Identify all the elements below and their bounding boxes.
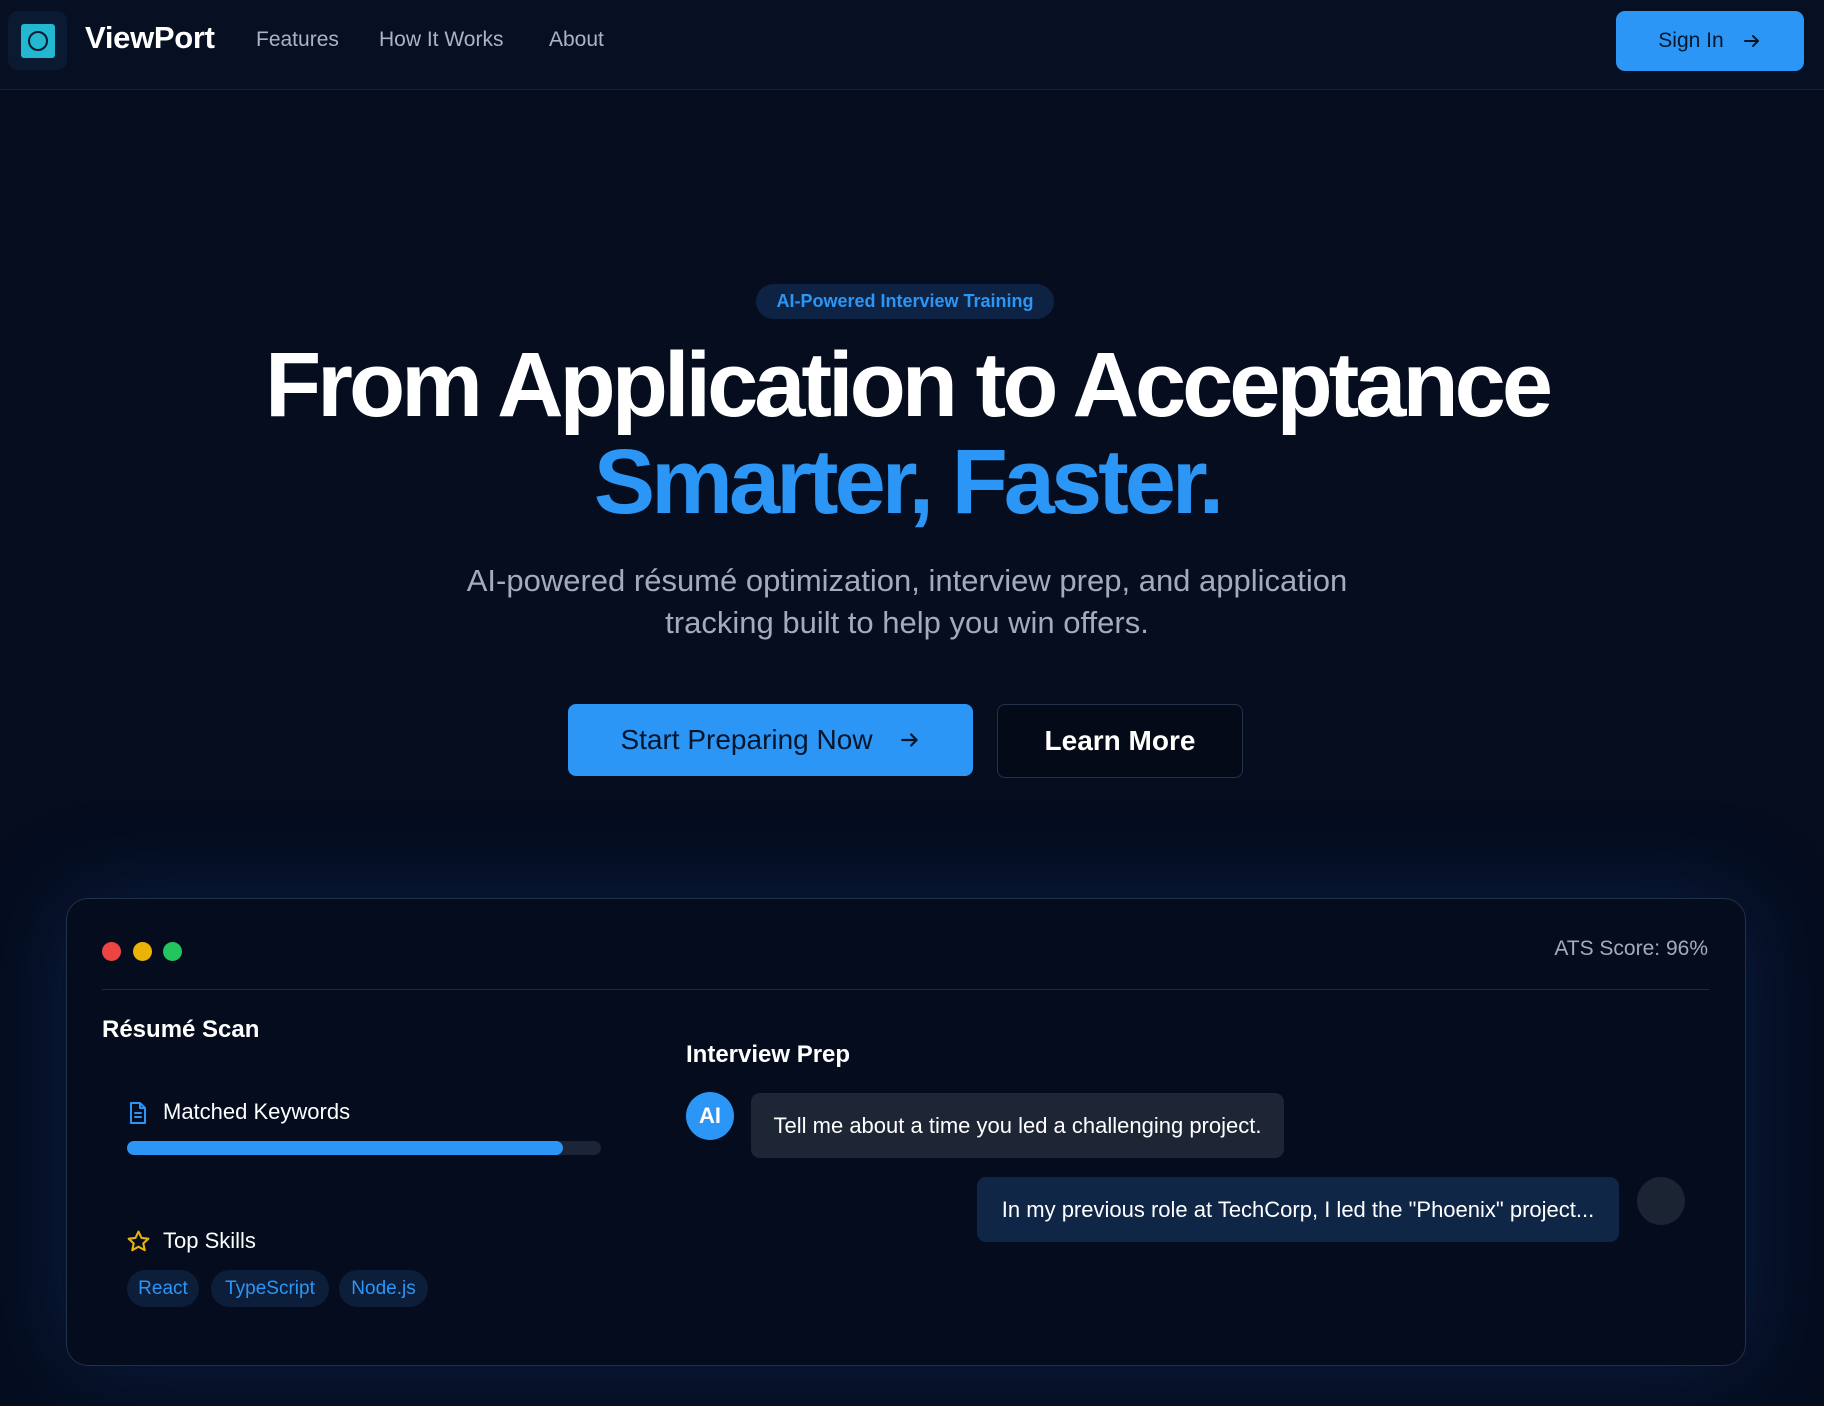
- nav-link-about[interactable]: About: [549, 28, 604, 52]
- user-message-bubble: In my previous role at TechCorp, I led t…: [977, 1177, 1619, 1242]
- arrow-right-icon: [1743, 35, 1759, 47]
- user-avatar: [1637, 1177, 1685, 1225]
- ai-message-bubble: Tell me about a time you led a challengi…: [751, 1093, 1284, 1158]
- ai-avatar: AI: [686, 1092, 734, 1140]
- skill-chip-typescript: TypeScript: [211, 1270, 329, 1307]
- window-dot-red: [102, 942, 121, 961]
- star-icon: [127, 1230, 150, 1252]
- nav-link-features[interactable]: Features: [256, 28, 339, 52]
- hero-subtitle: AI-powered résumé optimization, intervie…: [407, 560, 1407, 644]
- hero-title-line1: From Application to Acceptance: [264, 334, 1553, 436]
- learn-more-button[interactable]: Learn More: [997, 704, 1243, 778]
- start-preparing-label: Start Preparing Now: [620, 724, 873, 755]
- nav-link-how-it-works[interactable]: How It Works: [379, 28, 503, 52]
- document-icon: [130, 1102, 146, 1124]
- arrow-right-icon: [900, 733, 918, 747]
- window-dot-yellow: [133, 942, 152, 961]
- sign-in-button[interactable]: Sign In: [1616, 11, 1804, 71]
- start-preparing-button[interactable]: Start Preparing Now: [568, 704, 973, 776]
- hero-subtitle-line2: tracking built to help you win offers.: [665, 605, 1149, 640]
- card-divider: [102, 989, 1709, 990]
- hero-subtitle-line1: AI-powered résumé optimization, intervie…: [466, 563, 1348, 598]
- window-dot-green: [163, 942, 182, 961]
- resume-scan-title: Résumé Scan: [102, 1016, 260, 1043]
- matched-keywords-label: Matched Keywords: [163, 1099, 351, 1124]
- skill-chip-nodejs: Node.js: [339, 1270, 428, 1307]
- top-skills-label: Top Skills: [163, 1228, 256, 1253]
- navbar: ViewPort Features How It Works About Sig…: [0, 0, 1824, 90]
- keywords-progress-fill: [127, 1141, 564, 1155]
- sign-in-label: Sign In: [1658, 29, 1724, 52]
- hero-title-line2: Smarter, Faster.: [593, 431, 1224, 533]
- brand-name[interactable]: ViewPort: [85, 20, 215, 56]
- keywords-progress-bar: [127, 1141, 601, 1155]
- hero-badge: AI-Powered Interview Training: [756, 284, 1054, 319]
- ats-score: ATS Score: 96%: [1554, 937, 1708, 960]
- interview-prep-title: Interview Prep: [686, 1041, 851, 1068]
- skill-chip-react: React: [127, 1270, 199, 1307]
- logo-icon[interactable]: [8, 11, 67, 70]
